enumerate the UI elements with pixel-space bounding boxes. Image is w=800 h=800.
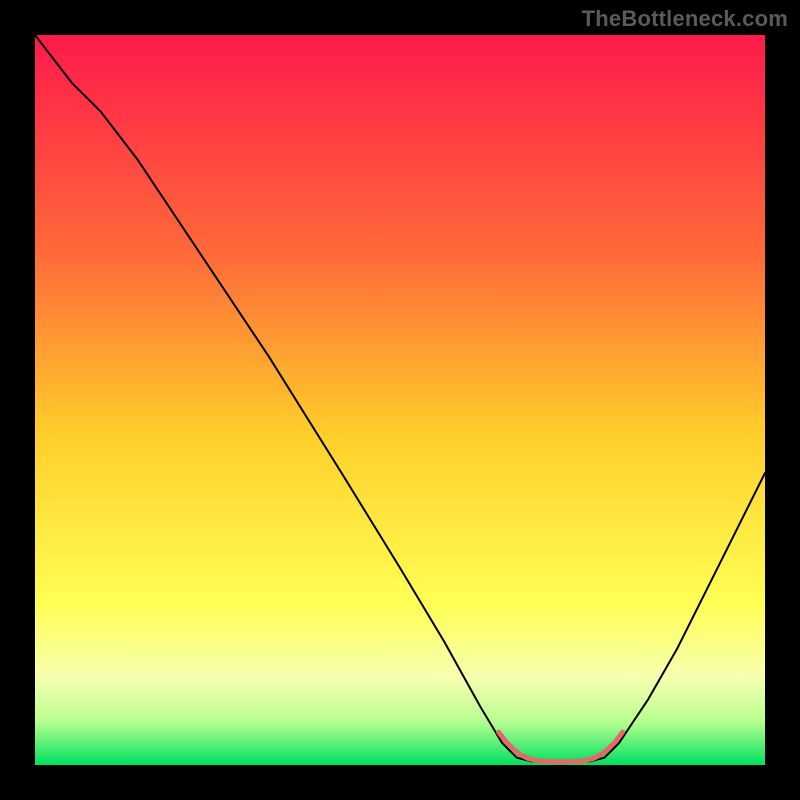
watermark-text: TheBottleneck.com	[582, 6, 788, 32]
chart-canvas	[0, 0, 800, 800]
chart-frame: TheBottleneck.com	[0, 0, 800, 800]
plot-background	[35, 35, 765, 765]
